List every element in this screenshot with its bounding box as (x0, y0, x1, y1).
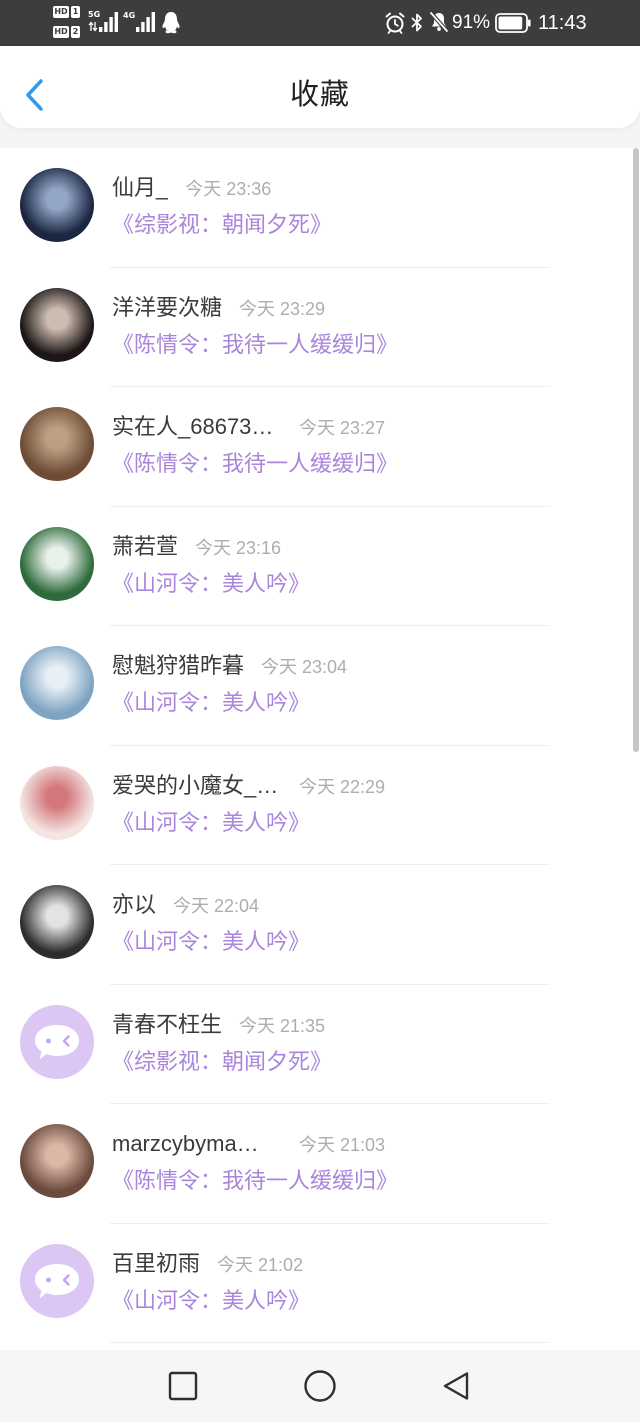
favorite-time: 今天 23:04 (261, 657, 348, 677)
favorite-time: 今天 21:02 (217, 1254, 304, 1275)
sim1-indicator: HD 1 (53, 6, 80, 18)
data-arrows-icon (88, 21, 98, 32)
book-title[interactable]: 《山河令：美人吟》 (112, 1286, 310, 1316)
book-title[interactable]: 《陈情令：我待一人缓缓归》 (112, 330, 398, 360)
alarm-icon (385, 12, 405, 34)
favorite-time: 今天 23:36 (185, 179, 272, 199)
bell-off-icon (429, 11, 449, 33)
status-bar: HD 1 HD 2 5G 4G 91% 11:43 (0, 0, 640, 46)
user-avatar[interactable] (20, 407, 94, 481)
favorite-time: 今天 23:27 (299, 418, 386, 438)
user-name: 实在人_68673… (112, 414, 274, 439)
user-avatar[interactable] (20, 765, 94, 840)
user-avatar[interactable] (20, 646, 94, 720)
qq-icon (162, 12, 180, 34)
default-avatar-icon (35, 1263, 79, 1298)
divider (110, 1342, 550, 1343)
signal-4g-icon (136, 12, 155, 32)
item-header-line: 仙月_ 今天 23:36 (112, 173, 271, 203)
item-header-line: 亦以 今天 22:04 (112, 890, 259, 920)
book-title[interactable]: 《山河令：美人吟》 (112, 927, 310, 957)
item-header-line: 慰魁狩猎昨暮 今天 23:04 (112, 651, 347, 681)
book-title[interactable]: 《陈情令：我待一人缓缓归》 (112, 1166, 398, 1196)
favorite-time: 今天 22:29 (299, 776, 386, 797)
user-name: marzcybyma… (112, 1131, 259, 1156)
book-title[interactable]: 《综影视：朝闻夕死》 (112, 210, 332, 240)
scrollbar[interactable] (633, 148, 639, 752)
sim-index: 1 (71, 6, 80, 18)
favorite-item[interactable]: 青春不枉生 今天 21:35 《综影视：朝闻夕死》 (0, 985, 640, 1104)
favorite-item[interactable]: 仙月_ 今天 23:36 《综影视：朝闻夕死》 (0, 148, 640, 268)
header-bar: 收藏 (0, 46, 640, 128)
user-name: 仙月_ (112, 175, 169, 200)
item-header-line: 爱哭的小魔女_… 今天 22:29 (112, 771, 385, 801)
book-title[interactable]: 《山河令：美人吟》 (112, 808, 310, 838)
recent-apps-icon (168, 1371, 198, 1401)
status-time: 11:43 (538, 12, 587, 34)
book-title[interactable]: 《山河令：美人吟》 (112, 569, 310, 599)
favorite-time: 今天 22:04 (173, 896, 260, 916)
user-name: 亦以 (112, 892, 157, 917)
home-icon (304, 1370, 336, 1402)
default-avatar-icon (35, 1024, 79, 1059)
item-header-line: 萧若萱 今天 23:16 (112, 532, 281, 562)
user-avatar[interactable] (20, 168, 94, 242)
favorite-time: 今天 21:35 (239, 1015, 326, 1036)
user-avatar[interactable] (20, 1004, 94, 1079)
hd-badge: HD (53, 6, 69, 18)
sim-index: 2 (71, 26, 80, 38)
nav-back-button[interactable] (436, 1366, 476, 1406)
recent-apps-button[interactable] (163, 1366, 203, 1406)
favorite-item[interactable]: 实在人_68673… 今天 23:27 《陈情令：我待一人缓缓归》 (0, 387, 640, 507)
battery-icon (495, 13, 531, 33)
user-avatar[interactable] (20, 287, 94, 362)
book-title[interactable]: 《山河令：美人吟》 (112, 688, 310, 718)
item-header-line: 青春不枉生 今天 21:35 (112, 1010, 325, 1040)
battery-percent: 91% (452, 12, 491, 33)
favorite-time: 今天 23:16 (195, 537, 282, 558)
signal-5g-icon (99, 12, 118, 32)
favorite-item[interactable]: 百里初雨 今天 21:02 《山河令：美人吟》 (0, 1224, 640, 1343)
bluetooth-icon (411, 13, 422, 32)
favorite-time: 今天 21:03 (299, 1135, 386, 1155)
sim2-indicator: HD 2 (53, 26, 80, 38)
item-header-line: 洋洋要次糖 今天 23:29 (112, 293, 325, 323)
page-title: 收藏 (289, 79, 350, 111)
item-header-line: 百里初雨 今天 21:02 (112, 1249, 303, 1279)
user-name: 爱哭的小魔女_… (112, 772, 279, 798)
back-icon (443, 1372, 469, 1400)
user-name: 青春不枉生 (112, 1011, 223, 1037)
user-name: 洋洋要次糖 (112, 294, 223, 320)
network-label-4g: 4G (123, 11, 136, 20)
book-title[interactable]: 《综影视：朝闻夕死》 (112, 1047, 332, 1077)
user-name: 慰魁狩猎昨暮 (112, 653, 245, 678)
item-header-line: marzcybyma… 今天 21:03 (112, 1129, 385, 1159)
favorite-item[interactable]: 慰魁狩猎昨暮 今天 23:04 《山河令：美人吟》 (0, 626, 640, 746)
book-title[interactable]: 《陈情令：我待一人缓缓归》 (112, 449, 398, 479)
favorites-list: 仙月_ 今天 23:36 《综影视：朝闻夕死》 洋洋要次糖 今天 23:29 《… (0, 148, 640, 1350)
favorite-item[interactable]: 亦以 今天 22:04 《山河令：美人吟》 (0, 865, 640, 985)
home-button[interactable] (300, 1366, 340, 1406)
favorite-item[interactable]: marzcybyma… 今天 21:03 《陈情令：我待一人缓缓归》 (0, 1104, 640, 1224)
user-name: 萧若萱 (112, 533, 179, 559)
user-avatar[interactable] (20, 885, 94, 959)
user-avatar[interactable] (20, 1124, 94, 1198)
user-avatar[interactable] (20, 526, 94, 601)
favorite-item[interactable]: 萧若萱 今天 23:16 《山河令：美人吟》 (0, 507, 640, 626)
user-avatar[interactable] (20, 1243, 94, 1318)
user-name: 百里初雨 (112, 1250, 201, 1276)
favorite-item[interactable]: 爱哭的小魔女_… 今天 22:29 《山河令：美人吟》 (0, 746, 640, 865)
system-nav-bar (0, 1350, 640, 1422)
favorite-item[interactable]: 洋洋要次糖 今天 23:29 《陈情令：我待一人缓缓归》 (0, 268, 640, 387)
hd-badge: HD (53, 26, 69, 38)
item-header-line: 实在人_68673… 今天 23:27 (112, 412, 385, 442)
favorite-time: 今天 23:29 (239, 298, 326, 319)
battery-fill (498, 16, 523, 30)
